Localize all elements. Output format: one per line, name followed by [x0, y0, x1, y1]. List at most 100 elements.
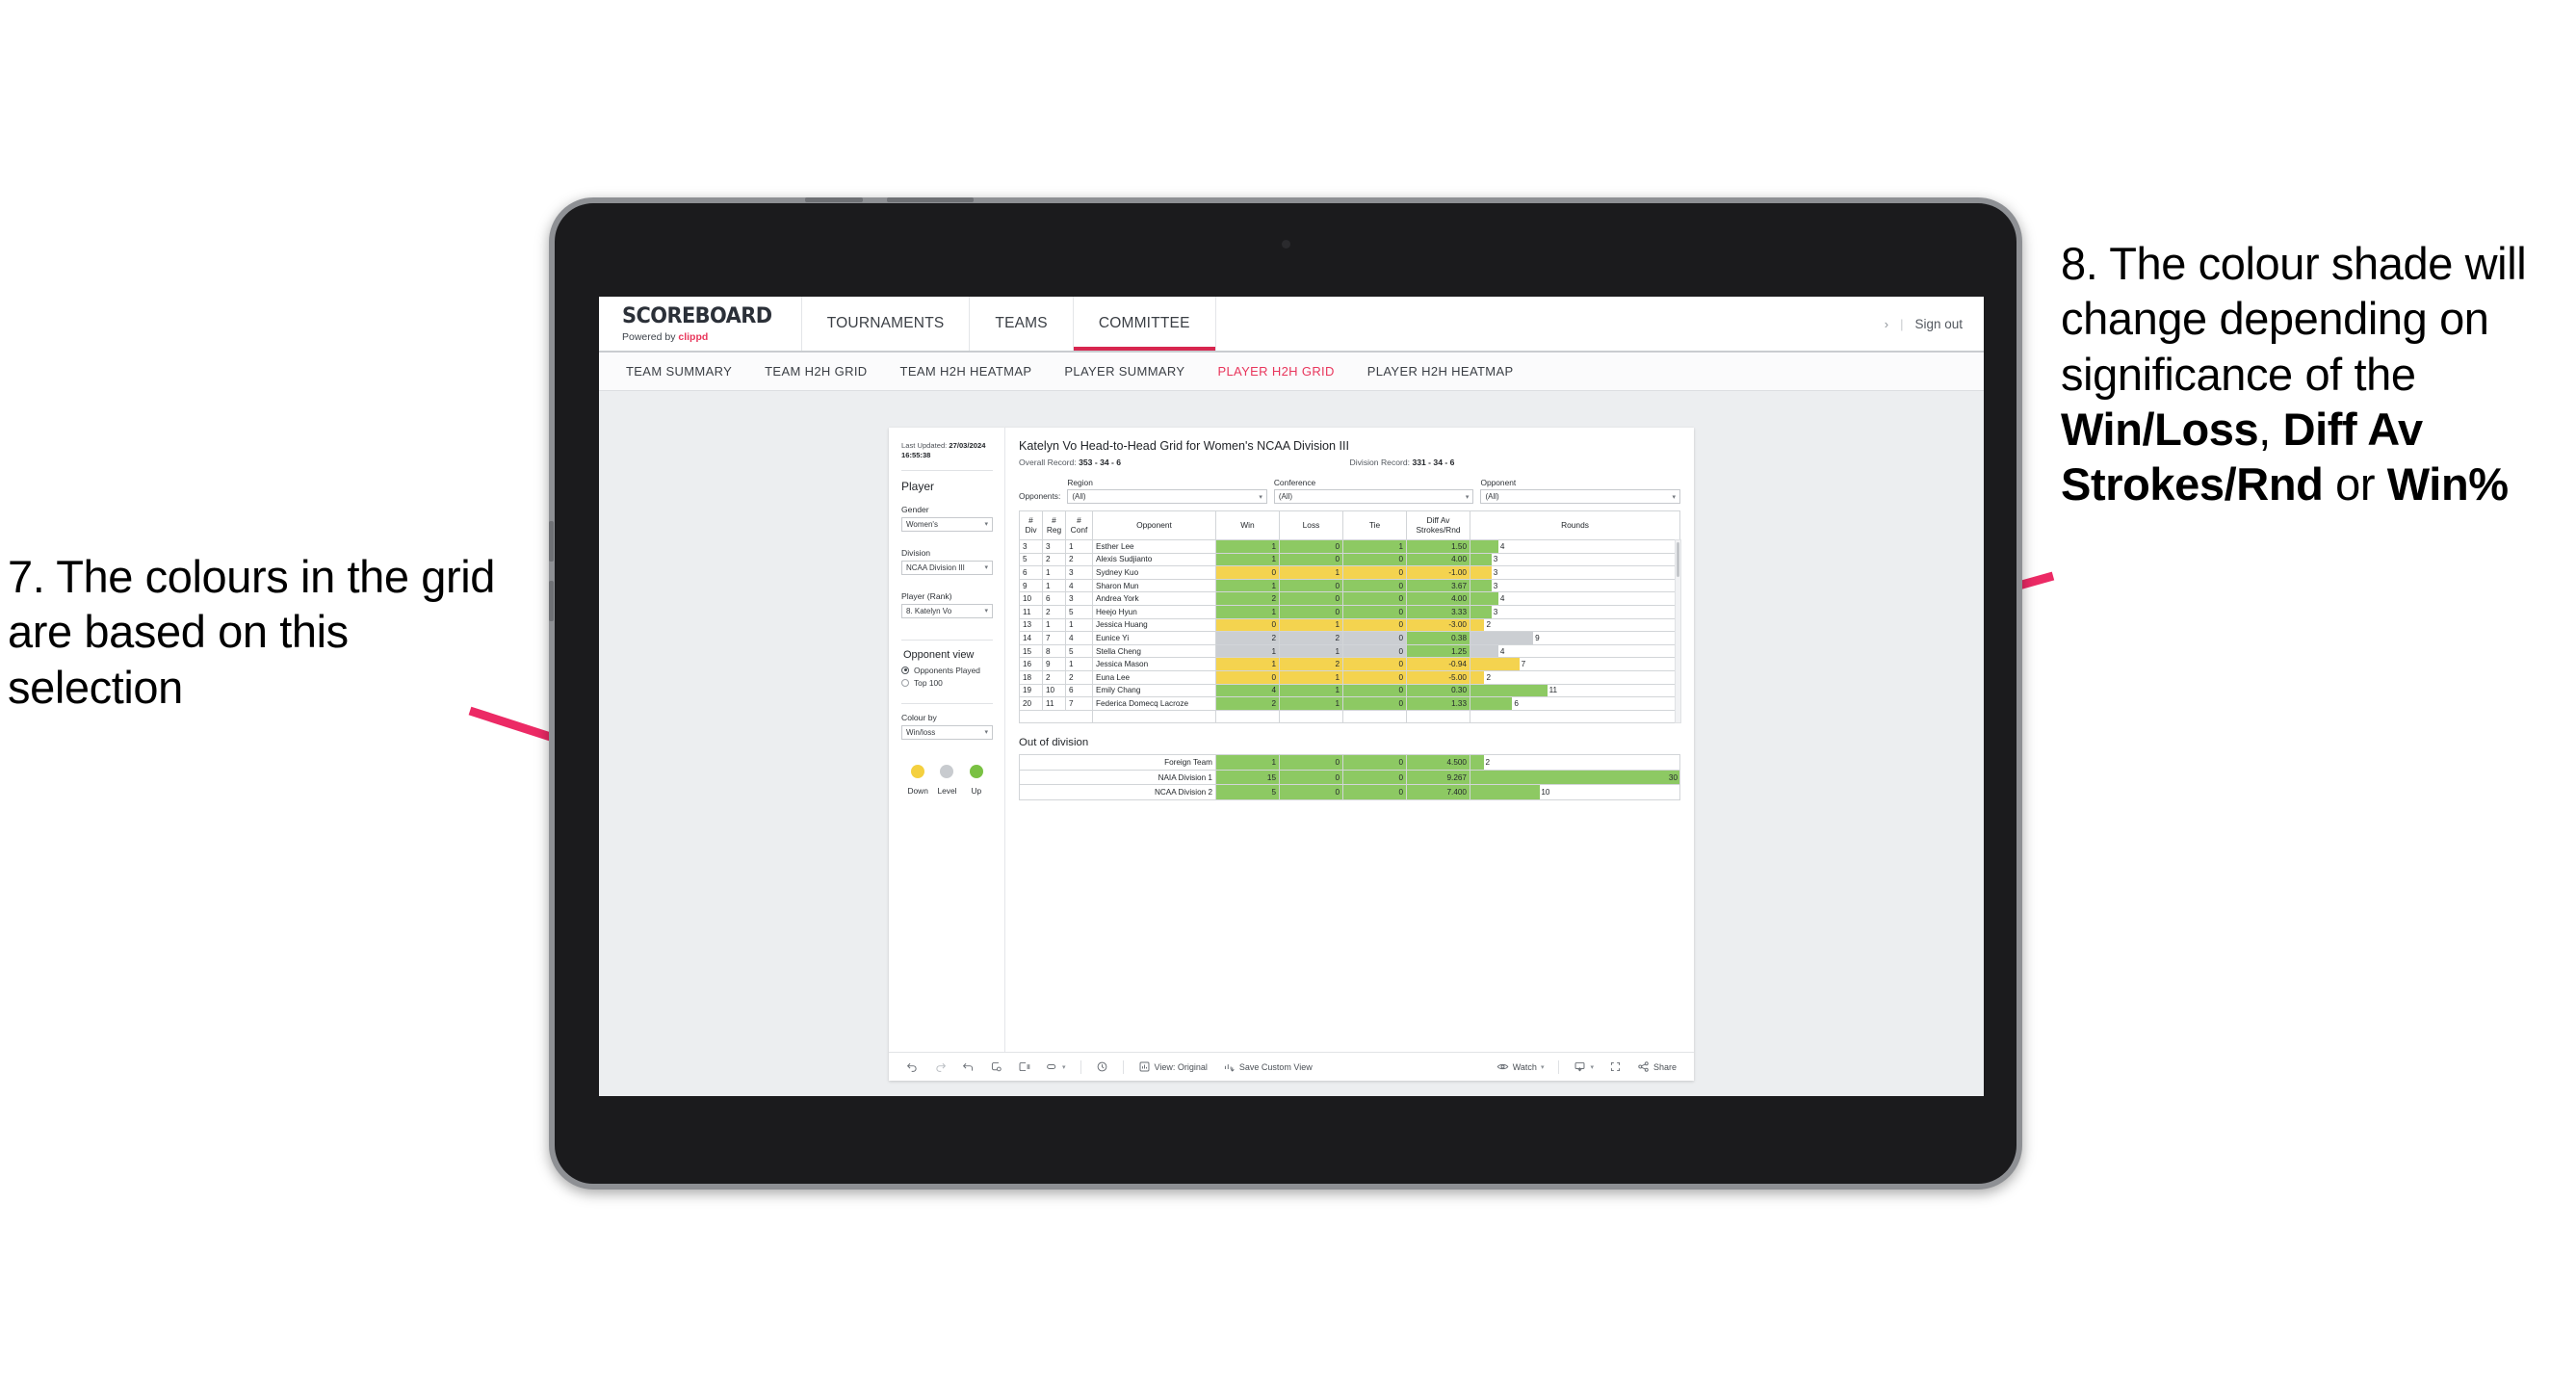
cell-conf: 1 — [1065, 539, 1093, 554]
refresh-icon[interactable] — [982, 1060, 1010, 1073]
save-custom-view-label: Save Custom View — [1238, 1061, 1313, 1072]
cell-opponent: Andrea York — [1092, 591, 1216, 606]
cell-reg: 6 — [1042, 591, 1066, 606]
table-row[interactable]: 3 3 1 Esther Lee 1 0 1 1.50 4 — [1019, 539, 1680, 554]
cell-loss: 1 — [1279, 565, 1343, 580]
share-button[interactable]: Share — [1629, 1060, 1684, 1073]
opponent-filter-select[interactable]: (All) ▾ — [1480, 489, 1680, 504]
visualization-body: Last Updated: 27/03/2024 16:55:38 Player… — [889, 428, 1694, 1052]
legend-dot-level — [940, 764, 954, 778]
download-button[interactable]: ▾ — [1566, 1060, 1601, 1073]
share-label: Share — [1652, 1061, 1677, 1072]
table-scrollbar-thumb[interactable] — [1677, 542, 1679, 577]
radio-icon-unselected — [901, 678, 909, 687]
conference-filter-select[interactable]: (All) ▾ — [1273, 489, 1474, 504]
table-row[interactable]: 6 1 3 Sydney Kuo 0 1 0 -1.00 3 — [1019, 565, 1680, 580]
rounds-bar-label: 2 — [1485, 758, 1491, 768]
pause-icon[interactable] — [1010, 1060, 1038, 1073]
out-of-division-row[interactable]: Foreign Team 1 0 0 4.500 2 — [1019, 754, 1680, 771]
cell-tie: 0 — [1342, 643, 1407, 659]
chevron-right-icon[interactable]: › — [1885, 317, 1888, 331]
cell-conf: 5 — [1065, 604, 1093, 619]
table-row[interactable]: 14 7 4 Eunice Yi 2 2 0 0.38 9 — [1019, 631, 1680, 645]
cell-loss: 0 — [1279, 578, 1343, 593]
watch-button[interactable]: Watch ▾ — [1489, 1060, 1552, 1073]
rounds-bar-label: 3 — [1493, 555, 1498, 564]
subnav-team-h2h-grid[interactable]: TEAM H2H GRID — [765, 364, 867, 379]
cell-rounds-bar: 4 — [1470, 591, 1680, 606]
history-icon[interactable] — [1088, 1060, 1116, 1073]
cell-div: 13 — [1019, 617, 1043, 633]
subnav-player-h2h-grid[interactable]: PLAYER H2H GRID — [1217, 364, 1334, 379]
side-button[interactable] — [549, 521, 554, 562]
side-button-2[interactable] — [549, 581, 554, 621]
revert-icon[interactable] — [954, 1060, 982, 1073]
highlight-icon[interactable]: ▾ — [1038, 1060, 1074, 1073]
header-divider: | — [1900, 316, 1904, 331]
brand-title: SCOREBOARD — [622, 304, 772, 328]
nav-tab-committee[interactable]: COMMITTEE — [1074, 297, 1216, 351]
conference-filter-label: Conference — [1273, 478, 1316, 487]
table-scrollbar[interactable] — [1675, 539, 1681, 724]
view-original-button[interactable]: View: Original — [1131, 1060, 1215, 1073]
annotation-right-bold-1: Win/Loss — [2061, 403, 2259, 455]
table-row[interactable]: 18 2 2 Euna Lee 0 1 0 -5.00 2 — [1019, 669, 1680, 685]
cell-rounds-bar: 11 — [1470, 683, 1680, 698]
sign-out-link[interactable]: Sign out — [1914, 317, 1963, 331]
cell-diff: 4.00 — [1406, 552, 1470, 567]
subnav-player-summary[interactable]: PLAYER SUMMARY — [1064, 364, 1184, 379]
table-row[interactable]: 15 8 5 Stella Cheng 1 1 0 1.25 4 — [1019, 643, 1680, 659]
save-custom-view-button[interactable]: Save Custom View — [1215, 1060, 1320, 1073]
h2h-grid-table: # Div # Reg # Conf Opponent Win Loss Tie Di… — [1019, 510, 1680, 724]
radio-top-100[interactable]: Top 100 — [901, 678, 993, 688]
fullscreen-button[interactable] — [1601, 1060, 1629, 1073]
table-row[interactable]: 13 1 1 Jessica Huang 0 1 0 -3.00 2 — [1019, 617, 1680, 633]
player-rank-select[interactable]: 8. Katelyn Vo ▾ — [901, 603, 993, 618]
gender-select[interactable]: Women's ▾ — [901, 516, 993, 532]
cell-group-name: NAIA Division 1 — [1019, 769, 1216, 786]
region-filter-select[interactable]: (All) ▾ — [1067, 489, 1267, 504]
cell-div: 9 — [1019, 578, 1043, 593]
cell-win: 0 — [1215, 617, 1280, 633]
table-row[interactable]: 11 2 5 Heejo Hyun 1 0 0 3.33 3 — [1019, 604, 1680, 619]
brand-logo[interactable]: SCOREBOARD Powered by clippd — [599, 297, 802, 351]
player-rank-label: Player (Rank) — [901, 590, 952, 601]
cell-loss: 0 — [1279, 784, 1343, 800]
table-row[interactable]: 10 6 3 Andrea York 2 0 0 4.00 4 — [1019, 591, 1680, 606]
undo-icon[interactable] — [898, 1060, 926, 1073]
division-select[interactable]: NCAA Division III ▾ — [901, 560, 993, 575]
cell-diff: 4.00 — [1406, 591, 1470, 606]
brand-subtitle: Powered by clippd — [622, 331, 780, 343]
out-of-division-row[interactable]: NCAA Division 2 5 0 0 7.400 10 — [1019, 784, 1680, 800]
table-row[interactable]: 19 10 6 Emily Chang 4 1 0 0.30 11 — [1019, 683, 1680, 698]
subnav-player-h2h-heatmap[interactable]: PLAYER H2H HEATMAP — [1367, 364, 1514, 379]
cell-opponent: Emily Chang — [1092, 683, 1216, 698]
radio-opponents-played[interactable]: Opponents Played — [901, 666, 993, 675]
cell-diff: 3.67 — [1406, 578, 1470, 593]
cell-conf: 6 — [1065, 683, 1093, 698]
out-of-division-row[interactable]: NAIA Division 1 15 0 0 9.267 30 — [1019, 769, 1680, 786]
colour-by-label: Colour by — [901, 712, 937, 722]
nav-tab-tournaments[interactable]: TOURNAMENTS — [802, 297, 971, 351]
opponent-filter-value: (All) — [1485, 492, 1499, 501]
power-button[interactable] — [887, 197, 974, 202]
table-row[interactable]: 20 11 7 Federica Domecq Lacroze 2 1 0 1.33 6 — [1019, 696, 1680, 711]
annotation-left: 7. The colours in the grid are based on … — [8, 551, 496, 713]
tablet-device: SCOREBOARD Powered by clippd TOURNAMENTS… — [549, 197, 2022, 1190]
table-row[interactable]: 16 9 1 Jessica Mason 1 2 0 -0.94 7 — [1019, 657, 1680, 671]
header-right: › | Sign out — [1885, 297, 1984, 351]
rounds-bar-label: 2 — [1486, 620, 1492, 630]
volume-button[interactable] — [805, 197, 863, 202]
viz-toolbar: ▾ View: Original Save Custom View Watch … — [889, 1052, 1694, 1081]
nav-tab-teams[interactable]: TEAMS — [970, 297, 1074, 351]
legend-dot-up — [969, 764, 983, 778]
redo-icon[interactable] — [926, 1060, 954, 1073]
screenshot-root: 7. The colours in the grid are based on … — [0, 0, 2576, 1386]
table-row[interactable]: 5 2 2 Alexis Sudjianto 1 0 0 4.00 3 — [1019, 552, 1680, 567]
colour-by-select[interactable]: Win/loss ▾ — [901, 724, 993, 740]
subnav-team-summary[interactable]: TEAM SUMMARY — [626, 364, 732, 379]
col-div: # Div — [1019, 510, 1043, 540]
subnav-team-h2h-heatmap[interactable]: TEAM H2H HEATMAP — [900, 364, 1032, 379]
cell-diff: 1.33 — [1406, 696, 1470, 711]
table-row[interactable]: 9 1 4 Sharon Mun 1 0 0 3.67 3 — [1019, 578, 1680, 593]
